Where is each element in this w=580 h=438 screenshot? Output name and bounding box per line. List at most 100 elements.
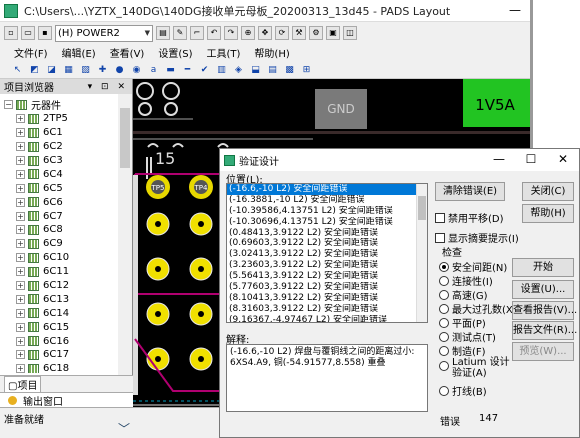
show-summary-box[interactable]: [435, 232, 445, 243]
radio-clearance[interactable]: 安全间距(N): [439, 259, 507, 274]
copper-icon[interactable]: ▬: [163, 63, 178, 77]
menu-file[interactable]: 文件(F): [14, 45, 48, 60]
route-tool-icon[interactable]: ◪: [44, 63, 59, 77]
tree-item[interactable]: +6C16: [4, 334, 118, 348]
expand-icon[interactable]: +: [16, 225, 25, 235]
tree-item[interactable]: +6C10: [4, 251, 118, 265]
tree-item[interactable]: +6C1: [4, 126, 118, 140]
bga-icon[interactable]: ●: [112, 63, 127, 77]
error-list-scrollbar[interactable]: [416, 184, 427, 322]
radio-high-speed[interactable]: 高速(G): [439, 287, 488, 302]
design-icon[interactable]: ◩: [27, 63, 42, 77]
error-row[interactable]: (-10.39586,4.13751 L2) 安全间距错误: [227, 206, 427, 217]
collapse-icon[interactable]: −: [4, 100, 13, 110]
tree-item[interactable]: +6C5: [4, 181, 118, 195]
view-report-button[interactable]: 查看报告(V)...: [512, 301, 577, 320]
error-row[interactable]: (-16.6,-10 L2) 安全间距错误: [227, 184, 427, 195]
drafting-icon[interactable]: ▦: [61, 63, 76, 77]
radio-wire-bond-dot[interactable]: [439, 385, 449, 396]
expand-icon[interactable]: +: [16, 114, 25, 124]
panel-controls[interactable]: ▾ ⊡ ✕: [88, 82, 128, 92]
expand-icon[interactable]: +: [16, 197, 25, 207]
dialog-close-button[interactable]: ✕: [547, 149, 579, 171]
menu-setup[interactable]: 设置(S): [158, 45, 192, 60]
open-folder-icon[interactable]: ▭: [21, 26, 35, 40]
tree-item[interactable]: +6C12: [4, 279, 118, 293]
dialog-minimize-button[interactable]: —: [483, 149, 515, 171]
menu-help[interactable]: 帮助(H): [254, 45, 289, 60]
window-icon[interactable]: ▣: [326, 26, 340, 40]
sidebar-scrollbar[interactable]: [118, 94, 132, 381]
draw-icon[interactable]: ✎: [173, 26, 187, 40]
radio-fabrication[interactable]: 制造(F): [439, 343, 486, 358]
error-row[interactable]: (-10.30696,4.13751 L2) 安全间距错误: [227, 217, 427, 228]
radio-max-vias[interactable]: 最大过孔数(X): [439, 301, 517, 316]
expand-icon[interactable]: +: [16, 364, 25, 373]
show-summary-checkbox[interactable]: 显示摘要提示(I): [435, 230, 519, 245]
drc-icon[interactable]: ✔: [197, 63, 212, 77]
tree-item[interactable]: +6C14: [4, 306, 118, 320]
expand-icon[interactable]: +: [16, 239, 25, 249]
sidebar-scroll-thumb[interactable]: [120, 108, 130, 168]
tree-item[interactable]: +6C4: [4, 167, 118, 181]
radio-fabrication-dot[interactable]: [439, 345, 449, 356]
via-icon[interactable]: ◈: [231, 63, 246, 77]
expand-icon[interactable]: +: [16, 308, 25, 318]
expand-icon[interactable]: +: [16, 142, 25, 152]
radio-test-points-dot[interactable]: [439, 331, 449, 342]
tree-item[interactable]: +2TP5: [4, 112, 118, 126]
expand-icon[interactable]: +: [16, 267, 25, 277]
expand-icon[interactable]: +: [16, 183, 25, 193]
undo-icon[interactable]: ↶: [207, 26, 221, 40]
tree-item[interactable]: +6C7: [4, 209, 118, 223]
report-icon[interactable]: ▤: [265, 63, 280, 77]
tree-item[interactable]: +6C18: [4, 362, 118, 373]
radio-plane[interactable]: 平面(P): [439, 315, 486, 330]
clear-errors-button[interactable]: 清除错误(E): [435, 182, 505, 201]
tree-item[interactable]: +6C9: [4, 237, 118, 251]
tree-item[interactable]: +6C8: [4, 223, 118, 237]
menu-edit[interactable]: 编辑(E): [62, 45, 96, 60]
expand-icon[interactable]: +: [16, 281, 25, 291]
dialog-maximize-button[interactable]: ☐: [515, 149, 547, 171]
refresh-icon[interactable]: ⟳: [275, 26, 289, 40]
expand-icon[interactable]: +: [16, 169, 25, 179]
trace-icon[interactable]: ━: [180, 63, 195, 77]
radio-latium-dot[interactable]: [439, 361, 449, 371]
radio-high-speed-dot[interactable]: [439, 289, 449, 300]
component-icon[interactable]: ◉: [129, 63, 144, 77]
radio-max-vias-dot[interactable]: [439, 303, 449, 314]
radio-wire-bond[interactable]: 打线(B): [439, 383, 487, 398]
output-window-tab[interactable]: 输出窗口: [0, 392, 133, 408]
tool-icon[interactable]: ⚒: [292, 26, 306, 40]
help-button[interactable]: 帮助(H): [522, 204, 574, 223]
tree-item[interactable]: +6C17: [4, 348, 118, 362]
disable-pan-checkbox[interactable]: 禁用平移(D): [435, 210, 504, 225]
dimension-icon[interactable]: ▧: [78, 63, 93, 77]
setup-button[interactable]: 设置(U)...: [512, 280, 574, 299]
error-row[interactable]: (-16.3881,-10 L2) 安全间距错误: [227, 195, 427, 206]
layer-select[interactable]: (H) POWER2 ▼: [55, 24, 153, 42]
expand-icon[interactable]: +: [16, 128, 25, 138]
disable-pan-box[interactable]: [435, 212, 445, 223]
menu-tools[interactable]: 工具(T): [207, 45, 241, 60]
error-row[interactable]: (5.56413,3.9122 L2) 安全间距错误: [227, 271, 427, 282]
radio-clearance-dot[interactable]: [439, 261, 449, 272]
route-icon[interactable]: ⌐: [190, 26, 204, 40]
select-arrow-icon[interactable]: ↖: [10, 63, 25, 77]
report-file-button[interactable]: 报告文件(R)...: [512, 321, 577, 340]
redo-icon[interactable]: ↷: [224, 26, 238, 40]
filter-icon[interactable]: ⚙: [309, 26, 323, 40]
cascade-icon[interactable]: ◫: [343, 26, 357, 40]
expand-icon[interactable]: +: [16, 294, 25, 304]
eco-icon[interactable]: ✚: [95, 63, 110, 77]
router-icon[interactable]: ⊞: [299, 63, 314, 77]
error-position-list[interactable]: (-16.6,-10 L2) 安全间距错误 (-16.3881,-10 L2) 安…: [226, 183, 428, 323]
error-row[interactable]: (5.77603,3.9122 L2) 安全间距错误: [227, 282, 427, 293]
tree-root[interactable]: − 元器件: [4, 98, 118, 112]
close-button[interactable]: 关闭(C): [522, 182, 574, 201]
layer-icon[interactable]: ▤: [156, 26, 170, 40]
error-row[interactable]: (0.48413,3.9122 L2) 安全间距错误: [227, 228, 427, 239]
tree-item[interactable]: +6C2: [4, 140, 118, 154]
menu-view[interactable]: 查看(V): [110, 45, 145, 60]
